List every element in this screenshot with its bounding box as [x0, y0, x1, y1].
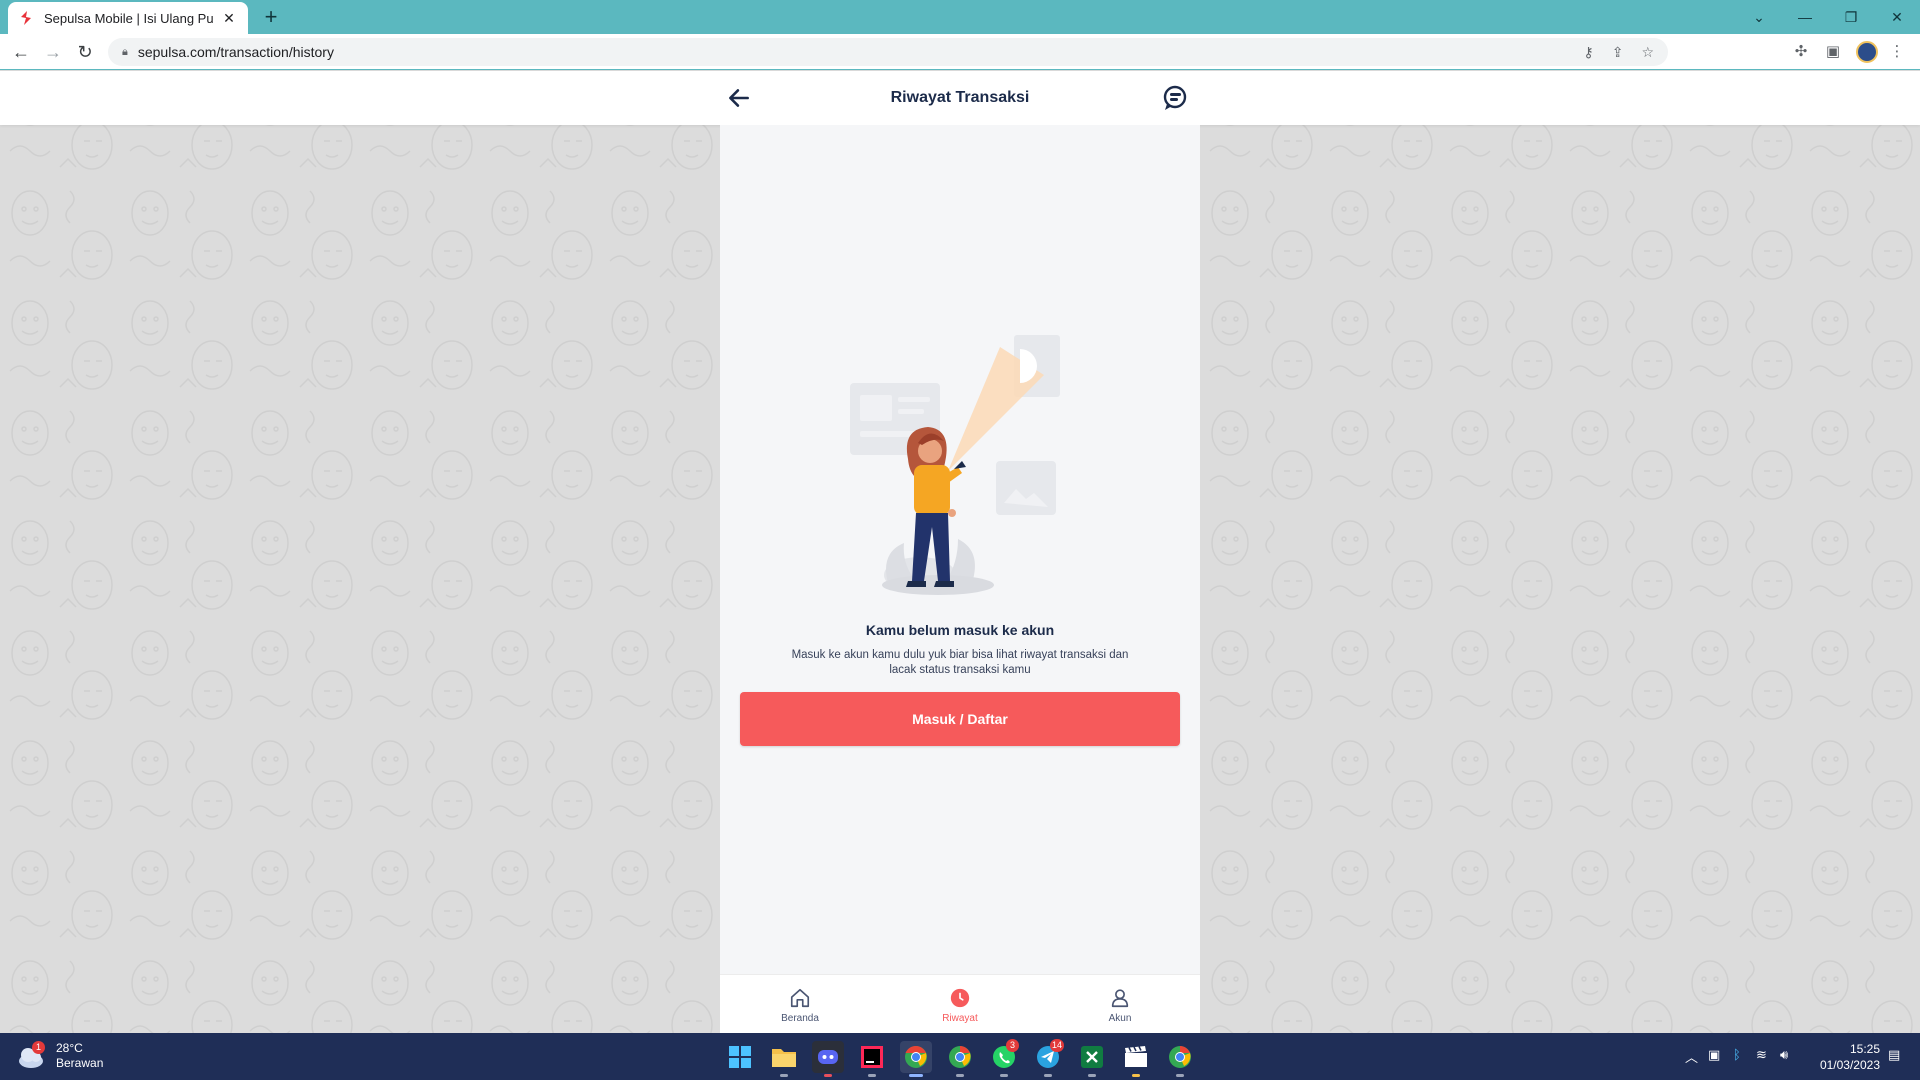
- taskbar-chrome-second[interactable]: [1164, 1041, 1196, 1077]
- weather-widget[interactable]: 1 28°C Berawan: [16, 1041, 103, 1071]
- taskbar-discord[interactable]: [812, 1041, 844, 1077]
- menu-kebab-icon[interactable]: ⋮: [1886, 41, 1908, 63]
- windows-start-button[interactable]: [724, 1041, 756, 1073]
- empty-state-description: Masuk ke akun kamu dulu yuk biar bisa li…: [791, 649, 1129, 676]
- volume-icon[interactable]: 🔊︎: [1780, 1047, 1788, 1063]
- close-window-button[interactable]: ✕: [1874, 4, 1920, 30]
- nav-item-beranda[interactable]: Beranda: [720, 975, 880, 1033]
- tray-overflow-chevron-icon[interactable]: ︿: [1685, 1047, 1698, 1066]
- tab-title: Sepulsa Mobile | Isi Ulang Pulsa S: [44, 10, 214, 26]
- wifi-icon[interactable]: ≋: [1756, 1047, 1767, 1063]
- reload-icon[interactable]: ↻: [72, 39, 98, 65]
- taskbar-chrome-profile[interactable]: [944, 1041, 976, 1077]
- discord-icon: [818, 1050, 838, 1064]
- minimize-button[interactable]: —: [1782, 4, 1828, 30]
- browser-toolbar: ← → ↻ 🔒︎ sepulsa.com/transaction/history…: [0, 34, 1920, 70]
- whatsapp-badge: 3: [1006, 1039, 1019, 1052]
- browser-tab[interactable]: Sepulsa Mobile | Isi Ulang Pulsa S ✕: [8, 2, 248, 34]
- taskbar-excel[interactable]: [1076, 1041, 1108, 1077]
- address-bar[interactable]: 🔒︎ sepulsa.com/transaction/history ⚷ ⇪ ☆: [108, 38, 1668, 66]
- telegram-badge: 14: [1050, 1039, 1065, 1052]
- sepulsa-favicon-icon: [21, 11, 31, 25]
- taskbar-intellij[interactable]: [856, 1041, 888, 1077]
- weather-cloud-icon: 1: [16, 1041, 46, 1069]
- nav-label-beranda: Beranda: [781, 1013, 819, 1024]
- bluetooth-icon[interactable]: ᛒ: [1733, 1047, 1741, 1062]
- browser-tab-strip: Sepulsa Mobile | Isi Ulang Pulsa S ✕ + ⌄…: [0, 0, 1920, 34]
- windows-taskbar: 1 28°C Berawan 3 14 ︿ ▣ ᛒ ≋ 🔊︎ 15:25 01/…: [0, 1033, 1920, 1080]
- bottom-navigation: Beranda Riwayat Akun: [720, 974, 1200, 1033]
- side-panel-icon[interactable]: ▣: [1822, 41, 1844, 63]
- taskbar-whatsapp[interactable]: 3: [988, 1039, 1020, 1077]
- nav-item-riwayat[interactable]: Riwayat: [880, 975, 1040, 1033]
- weather-temperature: 28°C: [56, 1041, 83, 1055]
- bookmark-star-icon[interactable]: ☆: [1641, 44, 1654, 61]
- clock-time: 15:25: [1849, 1042, 1880, 1056]
- page-title: Riwayat Transaksi: [890, 89, 1030, 106]
- weather-condition: Berawan: [56, 1056, 104, 1070]
- excel-icon: [1081, 1046, 1103, 1068]
- profile-avatar[interactable]: [1856, 41, 1878, 63]
- arrow-left-icon[interactable]: [726, 85, 752, 111]
- chrome-icon: [905, 1045, 927, 1068]
- user-icon: [1111, 989, 1129, 1008]
- login-register-button[interactable]: Masuk / Daftar: [740, 692, 1180, 746]
- notifications-icon[interactable]: ▤: [1888, 1047, 1900, 1063]
- weather-badge: 1: [32, 1041, 45, 1054]
- page-viewport: Riwayat Transaksi Kamu belum masuk ke ak…: [0, 71, 1920, 1033]
- tab-close-icon[interactable]: ✕: [220, 10, 238, 27]
- password-key-icon[interactable]: ⚷: [1583, 44, 1593, 61]
- chrome-icon: [949, 1046, 971, 1068]
- share-icon[interactable]: ⇪: [1612, 44, 1624, 61]
- home-icon: [790, 988, 810, 1008]
- forward-icon[interactable]: →: [40, 39, 66, 65]
- clapperboard-icon: [1125, 1046, 1147, 1067]
- clock-date: 01/03/2023: [1819, 1058, 1880, 1072]
- taskbar-file-explorer[interactable]: [768, 1041, 800, 1077]
- extensions-icon[interactable]: ✣: [1790, 41, 1812, 63]
- taskbar-chrome-active[interactable]: [900, 1041, 932, 1077]
- chat-support-icon[interactable]: [1161, 84, 1189, 112]
- lock-icon: 🔒︎: [122, 45, 128, 58]
- taskbar-clapperboard-app[interactable]: [1120, 1041, 1152, 1077]
- mobile-app-container: Kamu belum masuk ke akun Masuk ke akun k…: [720, 125, 1200, 1033]
- intellij-icon: [861, 1046, 883, 1068]
- nav-label-akun: Akun: [1108, 1013, 1132, 1024]
- folder-icon: [772, 1049, 796, 1067]
- empty-state-title: Kamu belum masuk ke akun: [865, 622, 1055, 638]
- back-icon[interactable]: ←: [8, 39, 34, 65]
- windows-logo-icon: [729, 1046, 751, 1068]
- chrome-icon: [1169, 1046, 1191, 1068]
- taskbar-clock[interactable]: 15:25 01/03/2023: [1808, 1041, 1880, 1073]
- app-header: Riwayat Transaksi: [0, 71, 1920, 125]
- restore-button[interactable]: ❐: [1828, 4, 1874, 30]
- tray-app-icon[interactable]: ▣: [1708, 1047, 1720, 1063]
- new-tab-button[interactable]: +: [258, 6, 284, 30]
- empty-state-illustration: [850, 335, 1060, 595]
- nav-label-riwayat: Riwayat: [942, 1013, 978, 1024]
- taskbar-telegram[interactable]: 14: [1032, 1039, 1065, 1077]
- tab-search-icon[interactable]: ⌄: [1736, 4, 1782, 30]
- nav-item-akun[interactable]: Akun: [1040, 975, 1200, 1033]
- url-text: sepulsa.com/transaction/history: [137, 44, 334, 60]
- history-icon: [950, 988, 970, 1008]
